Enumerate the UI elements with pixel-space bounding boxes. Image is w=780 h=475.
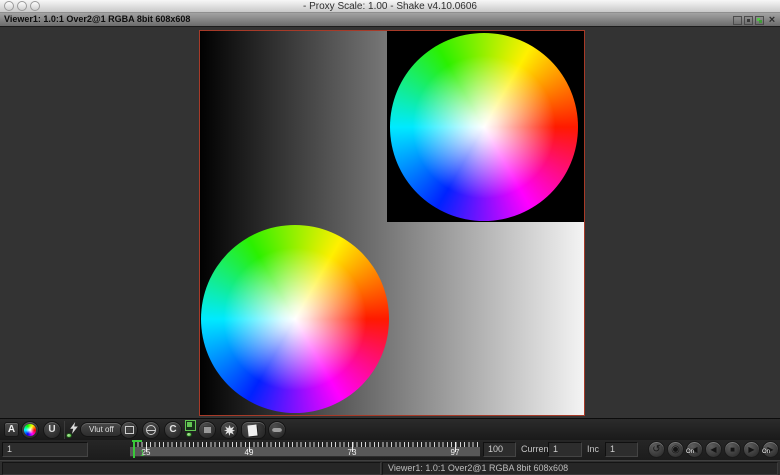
color-wheel-icon [24,424,36,436]
document-icon [247,425,257,437]
toolbar-separator [64,421,65,439]
timeline-ruler[interactable]: 25 49 73 97 1 [130,441,480,458]
loop-icon: ↺ [652,444,660,455]
start-frame-field[interactable]: 1 [2,442,88,457]
playhead[interactable]: 1 [133,441,135,458]
compare-split-button[interactable] [142,421,160,439]
update-button[interactable]: U [43,421,61,439]
end-frame-field[interactable]: 100 [483,442,516,457]
detach-viewer-icon[interactable] [733,16,742,25]
color-wheel-top-right [390,33,578,221]
new-viewer-icon[interactable] [755,16,764,25]
playhead-frame-label: 1 [140,449,144,458]
viewer-tab-controls: × [733,15,778,26]
stop-icon: ■ [730,445,735,454]
color-picker-button[interactable] [21,421,39,439]
current-frame-field[interactable]: 1 [548,442,582,457]
close-viewer-icon[interactable]: × [766,15,778,26]
playhead-cap [132,440,142,442]
increment-label: Inc [587,444,599,454]
roi-region-icon [203,426,212,434]
split-view-icon [146,425,156,435]
viewer-info-field: Viewer1: 1.0:1 Over2@1 RGBA 8bit 608x608 [382,462,778,475]
file-browser-button[interactable] [241,421,266,439]
viewer-tab-label[interactable]: Viewer1: 1.0:1 Over2@1 RGBA 8bit 608x608 [4,14,190,24]
slot-icon [272,428,282,433]
viewer-tab-bar: Viewer1: 1.0:1 Over2@1 RGBA 8bit 608x608… [0,13,780,27]
roi-region-button[interactable] [198,421,216,439]
play-forward-button[interactable]: ▶ [743,441,760,458]
stop-button[interactable]: ■ [724,441,741,458]
color-wheel-bottom-left [201,225,389,413]
current-frame-label: Current [521,444,551,454]
roi-led [186,432,192,437]
flipbook-button[interactable] [220,421,238,439]
frame-icon [125,426,134,434]
title-bar: - Proxy Scale: 1.00 - Shake v4.10.0606 [0,0,780,13]
starburst-icon [224,425,235,436]
time-bar: 1 25 49 73 97 1 100 Current 1 Inc 1 ↺ [0,440,780,460]
status-bar: Viewer1: 1.0:1 Over2@1 RGBA 8bit 608x608 [0,460,780,475]
info-message-field [2,462,381,475]
composite-image[interactable] [199,30,585,416]
tick-label-97: 97 [445,448,465,457]
tick-label-73: 73 [342,448,362,457]
roi-check-glyph [187,422,192,427]
viewer-toolbar: A U Vlut off C [0,418,780,440]
update-mode-icon[interactable] [69,422,79,434]
roi-enable-toggle[interactable] [185,420,196,431]
realtime-on-badge: On [686,445,694,460]
realtime-on-badge: On [762,445,770,460]
viewer-options-icon[interactable] [744,16,753,25]
dot-glyph [747,19,750,22]
render-flipbook-button[interactable]: ◉ [667,441,684,458]
viewer-canvas[interactable] [0,27,780,418]
compare-buffer-button[interactable]: C [164,421,182,439]
timeline-ticks [133,442,480,447]
shake-window: - Proxy Scale: 1.00 - Shake v4.10.0606 V… [0,0,780,475]
play-forward-icon: ▶ [748,445,754,454]
transport-controls: ↺ ◉ ◀ On ◀ ■ ▶ ▶ On [648,441,779,458]
play-reverse-button[interactable]: ◀ On [686,441,703,458]
play-forward-realtime-button[interactable]: ▶ On [762,441,779,458]
increment-field[interactable]: 1 [605,442,638,457]
update-mode-led [66,433,72,438]
channel-select-button[interactable]: A [4,422,19,437]
green-pixel [759,20,762,23]
timeline-band[interactable] [130,447,480,457]
tick-label-25: 25 [136,448,156,457]
tick-label-49: 49 [239,448,259,457]
loop-mode-button[interactable]: ↺ [648,441,665,458]
step-reverse-button[interactable]: ◀ [705,441,722,458]
vlut-button[interactable]: Vlut off [80,422,123,437]
dod-button[interactable] [120,421,138,439]
eject-button[interactable] [268,421,286,439]
step-reverse-icon: ◀ [710,445,716,454]
render-icon: ◉ [671,444,680,455]
window-title: - Proxy Scale: 1.00 - Shake v4.10.0606 [0,0,780,13]
